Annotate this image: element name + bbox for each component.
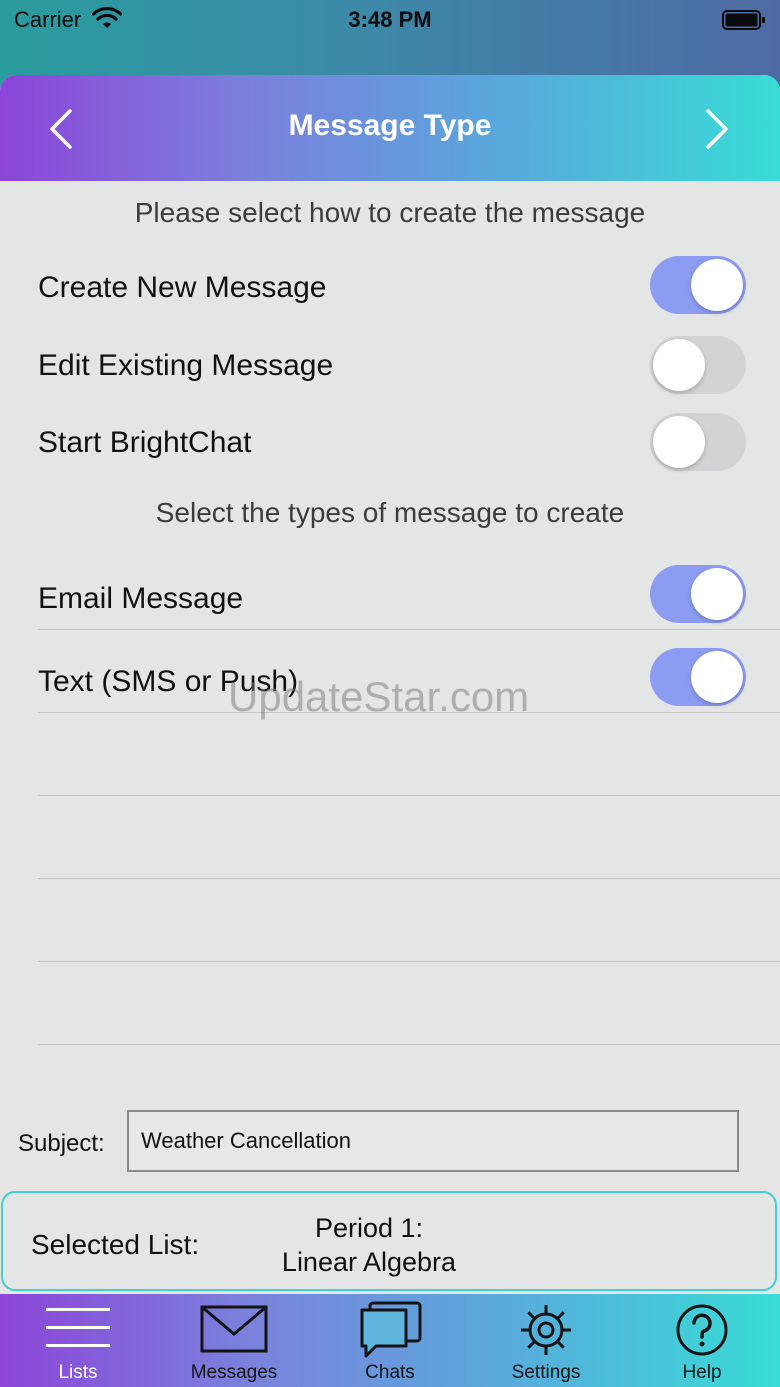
subject-label: Subject: [18,1130,105,1157]
empty-row-divider [38,1044,780,1045]
forward-button[interactable] [696,105,740,158]
selected-list-value: Period 1: Linear Algebra [269,1211,469,1279]
hamburger-menu-icon [46,1308,110,1347]
clock: 3:48 PM [348,7,432,32]
tab-label: Lists [58,1362,98,1383]
nav-bar: Message Type [0,75,780,181]
toggle-knob [691,651,743,703]
watermark: UpdateStar.com [228,673,530,720]
start-brightchat-label: Start BrightChat [38,426,252,459]
page-title: Message Type [288,109,492,142]
toggle-knob [653,339,705,391]
tab-chats[interactable]: Chats [312,1294,468,1387]
empty-row-divider [38,878,780,879]
tab-messages[interactable]: Messages [156,1294,312,1387]
selected-list-value-line2: Linear Algebra [281,1247,457,1277]
subject-input[interactable] [127,1110,739,1172]
types-section-label: Select the types of message to create [155,497,625,528]
start-brightchat-toggle[interactable] [650,413,746,471]
selected-list-panel[interactable]: Selected List: Period 1: Linear Algebra [1,1191,777,1291]
empty-row-divider [38,795,780,796]
edit-existing-message-toggle[interactable] [650,336,746,394]
chevron-right-icon [706,109,728,149]
selected-list-value-line1: Period 1: [314,1213,424,1243]
row-divider [38,629,780,630]
question-circle-icon [676,1304,728,1356]
edit-existing-message-label: Edit Existing Message [38,349,334,382]
create-new-message-toggle[interactable] [650,256,746,314]
envelope-icon [200,1305,268,1353]
tab-label: Settings [511,1362,581,1383]
email-message-toggle[interactable] [650,565,746,623]
email-message-label: Email Message [38,582,244,615]
tab-settings[interactable]: Settings [468,1294,624,1387]
selected-list-label: Selected List: [31,1229,200,1260]
tab-label: Messages [190,1362,278,1383]
chat-bubbles-icon [360,1301,422,1358]
create-new-message-label: Create New Message [38,271,327,304]
toggle-knob [691,568,743,620]
tab-help[interactable]: Help [624,1294,780,1387]
tab-bar: Lists Messages Chats Settings Help [0,1294,780,1387]
create-section-label: Please select how to create the message [134,197,646,228]
tab-lists[interactable]: Lists [0,1294,156,1387]
toggle-knob [653,416,705,468]
tab-label: Help [682,1362,722,1383]
gear-icon [521,1305,571,1355]
tab-label: Chats [365,1362,415,1383]
battery-icon [722,9,766,36]
text-sms-push-toggle[interactable] [650,648,746,706]
empty-row-divider [38,961,780,962]
toggle-knob [691,259,743,311]
